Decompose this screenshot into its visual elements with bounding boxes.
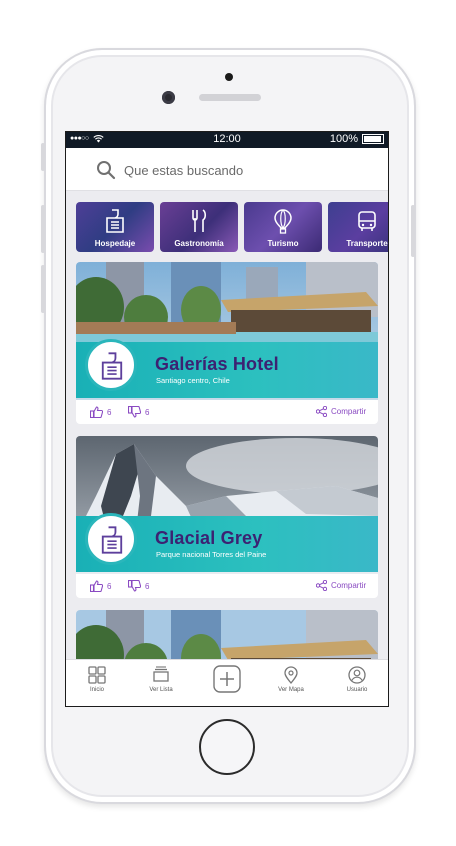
- dislike-button[interactable]: 6: [128, 406, 149, 418]
- category-strip: Hospedaje Gastronomía Turismo Transporte: [76, 202, 388, 252]
- place-title: Galerías Hotel: [155, 354, 279, 374]
- thumbs-down-icon: [128, 406, 141, 418]
- category-label: Hospedaje: [94, 239, 136, 248]
- hot-air-balloon-icon: [274, 209, 292, 234]
- battery-percent: 100%: [329, 133, 358, 145]
- dislike-button[interactable]: 6: [128, 580, 149, 592]
- category-label: Gastronomía: [174, 239, 224, 248]
- category-transporte[interactable]: Transporte: [328, 202, 388, 252]
- share-label: Compartir: [331, 581, 367, 590]
- volume-down-button: [41, 265, 45, 313]
- battery-icon: [362, 134, 384, 144]
- home-button[interactable]: [199, 719, 255, 775]
- tab-ver-lista[interactable]: Ver Lista: [136, 666, 186, 693]
- grid-icon: [88, 666, 106, 684]
- thumbs-up-icon: [90, 406, 103, 418]
- thumbs-down-icon: [128, 580, 141, 592]
- tab-usuario[interactable]: Usuario: [332, 666, 382, 693]
- share-button[interactable]: Compartir: [316, 580, 366, 591]
- bus-icon: [358, 211, 376, 231]
- map-pin-icon: [284, 666, 298, 684]
- tab-label: Ver Mapa: [278, 687, 304, 693]
- dislike-count: 6: [145, 407, 150, 417]
- tab-label: Ver Lista: [149, 687, 173, 693]
- tab-label: Inicio: [89, 687, 104, 693]
- like-button[interactable]: 6: [90, 406, 111, 418]
- card-actions: 6 6 Compartir: [76, 400, 378, 424]
- thumbs-up-icon: [90, 580, 103, 592]
- bottom-tab-bar: Inicio Ver Lista Ver Mapa Usuario: [66, 659, 388, 706]
- place-subtitle: Santiago centro, Chile: [156, 376, 230, 385]
- category-badge: [85, 339, 137, 391]
- app-screen: ●●●○○ 12:00 100% Hosped: [65, 131, 389, 707]
- card-actions: 6 6 Compartir: [76, 574, 378, 598]
- mute-switch: [41, 143, 45, 171]
- fork-knife-icon: [192, 209, 207, 232]
- share-button[interactable]: Compartir: [316, 406, 366, 417]
- place-subtitle: Parque nacional Torres del Paine: [156, 550, 267, 559]
- category-hospedaje[interactable]: Hospedaje: [76, 202, 154, 252]
- category-label: Turismo: [267, 239, 299, 248]
- dislike-count: 6: [145, 581, 150, 591]
- share-icon: [316, 406, 327, 417]
- search-icon[interactable]: [96, 160, 116, 180]
- category-label: Transporte: [346, 239, 388, 248]
- door-hanger-icon: [101, 352, 123, 380]
- category-badge: [85, 513, 137, 565]
- share-label: Compartir: [331, 407, 367, 416]
- door-hanger-icon: [106, 209, 124, 233]
- user-icon: [348, 666, 366, 684]
- category-turismo[interactable]: Turismo: [244, 202, 322, 252]
- search-bar: [66, 148, 388, 191]
- like-count: 6: [107, 407, 112, 417]
- share-icon: [316, 580, 327, 591]
- tab-inicio[interactable]: Inicio: [72, 666, 122, 693]
- place-card[interactable]: Glacial Grey Parque nacional Torres del …: [76, 436, 378, 598]
- volume-up-button: [41, 205, 45, 253]
- search-input[interactable]: [122, 158, 346, 182]
- category-gastronomia[interactable]: Gastronomía: [160, 202, 238, 252]
- place-title: Glacial Grey: [155, 528, 263, 548]
- list-icon: [153, 666, 169, 682]
- earpiece-speaker: [199, 94, 261, 101]
- front-camera: [162, 91, 175, 104]
- tab-label: Usuario: [346, 687, 368, 693]
- door-hanger-icon: [101, 526, 123, 554]
- like-button[interactable]: 6: [90, 580, 111, 592]
- tab-add[interactable]: [202, 665, 252, 696]
- plus-icon: [213, 665, 241, 693]
- status-bar: ●●●○○ 12:00 100%: [66, 132, 388, 148]
- power-button: [411, 205, 415, 257]
- tab-ver-mapa[interactable]: Ver Mapa: [266, 666, 316, 693]
- place-card[interactable]: Galerías Hotel Santiago centro, Chile 6 …: [76, 262, 378, 424]
- like-count: 6: [107, 581, 112, 591]
- proximity-sensor: [225, 73, 233, 81]
